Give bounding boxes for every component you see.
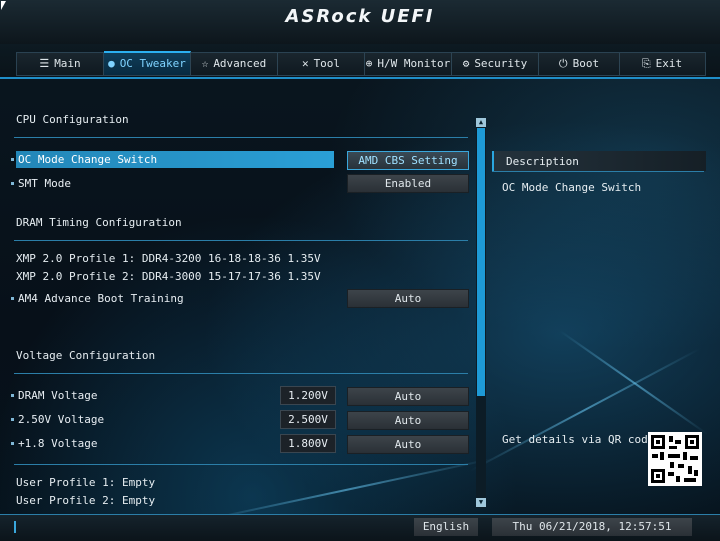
description-title: Description bbox=[506, 155, 579, 168]
tab-main[interactable]: ☰ Main bbox=[17, 53, 104, 75]
xmp-profile-1-info: XMP 2.0 Profile 1: DDR4-3200 16-18-18-36… bbox=[16, 252, 321, 265]
section-heading-dram: DRAM Timing Configuration bbox=[16, 216, 182, 229]
1-8-voltage-reading: 1.800V bbox=[280, 434, 336, 453]
user-profile-1[interactable]: User Profile 1: Empty bbox=[16, 476, 155, 489]
tab-tool[interactable]: ✕ Tool bbox=[278, 53, 365, 75]
description-divider bbox=[492, 171, 704, 172]
shield-icon: ⚙ bbox=[462, 57, 470, 70]
tab-oc-tweaker[interactable]: ● OC Tweaker bbox=[104, 51, 191, 75]
monitor-icon: ⊕ bbox=[365, 57, 373, 70]
1-8-voltage-label[interactable]: +1.8 Voltage bbox=[18, 437, 97, 450]
2-50v-voltage-label[interactable]: 2.50V Voltage bbox=[18, 413, 104, 426]
2-50v-voltage-reading: 2.500V bbox=[280, 410, 336, 429]
section-divider bbox=[14, 137, 468, 138]
flame-icon: ● bbox=[108, 57, 115, 70]
tab-boot[interactable]: ⏻ Boot bbox=[539, 53, 620, 75]
section-divider bbox=[14, 464, 468, 465]
list-icon: ☰ bbox=[39, 57, 50, 70]
section-heading-voltage: Voltage Configuration bbox=[16, 349, 156, 362]
section-divider bbox=[14, 373, 468, 374]
scroll-down-arrow-icon[interactable]: ▼ bbox=[476, 498, 486, 507]
row-marker bbox=[11, 297, 14, 300]
scrollbar-thumb[interactable] bbox=[477, 128, 485, 396]
star-icon: ☆ bbox=[201, 57, 209, 70]
row-marker bbox=[11, 182, 14, 185]
date-time-display: Thu 06/21/2018, 12:57:51 bbox=[492, 518, 692, 536]
dram-voltage-label[interactable]: DRAM Voltage bbox=[18, 389, 97, 402]
dram-voltage-value[interactable]: Auto bbox=[347, 387, 469, 406]
section-heading-cpu: CPU Configuration bbox=[16, 113, 129, 126]
1-8-voltage-value[interactable]: Auto bbox=[347, 435, 469, 454]
language-button[interactable]: English bbox=[414, 518, 478, 536]
qr-code-icon[interactable] bbox=[648, 432, 702, 486]
power-icon: ⏻ bbox=[558, 57, 568, 70]
bottom-marker bbox=[14, 521, 16, 533]
2-50v-voltage-value[interactable]: Auto bbox=[347, 411, 469, 430]
oc-mode-change-switch-label[interactable]: OC Mode Change Switch bbox=[18, 153, 157, 166]
scroll-up-arrow-icon[interactable]: ▲ bbox=[476, 118, 486, 127]
qr-code-label: Get details via QR code bbox=[502, 433, 655, 446]
tab-security[interactable]: ⚙ Security bbox=[452, 53, 539, 75]
description-text: OC Mode Change Switch bbox=[502, 181, 642, 194]
tab-advanced[interactable]: ☆ Advanced bbox=[191, 53, 278, 75]
top-header: ASRock UEFI bbox=[0, 0, 720, 44]
smt-mode-label[interactable]: SMT Mode bbox=[18, 177, 71, 190]
oc-mode-change-switch-value[interactable]: AMD CBS Setting bbox=[347, 151, 469, 170]
xmp-profile-2-info: XMP 2.0 Profile 2: DDR4-3000 15-17-17-36… bbox=[16, 270, 321, 283]
tab-hw-monitor[interactable]: ⊕ H/W Monitor bbox=[365, 53, 452, 75]
smt-mode-value[interactable]: Enabled bbox=[347, 174, 469, 193]
mouse-cursor-icon bbox=[1, 1, 6, 10]
exit-icon: ⎘ bbox=[641, 57, 651, 70]
user-profile-2[interactable]: User Profile 2: Empty bbox=[16, 494, 155, 507]
am4-boot-training-label[interactable]: AM4 Advance Boot Training bbox=[18, 292, 184, 305]
tools-icon: ✕ bbox=[301, 57, 309, 70]
row-marker bbox=[11, 442, 14, 445]
am4-boot-training-value[interactable]: Auto bbox=[347, 289, 469, 308]
brand-logo: ASRock UEFI bbox=[285, 6, 435, 27]
row-marker bbox=[11, 394, 14, 397]
row-marker bbox=[11, 158, 14, 161]
tab-exit[interactable]: ⎘ Exit bbox=[620, 53, 704, 75]
row-marker bbox=[11, 418, 14, 421]
dram-voltage-reading: 1.200V bbox=[280, 386, 336, 405]
section-divider bbox=[14, 240, 468, 241]
